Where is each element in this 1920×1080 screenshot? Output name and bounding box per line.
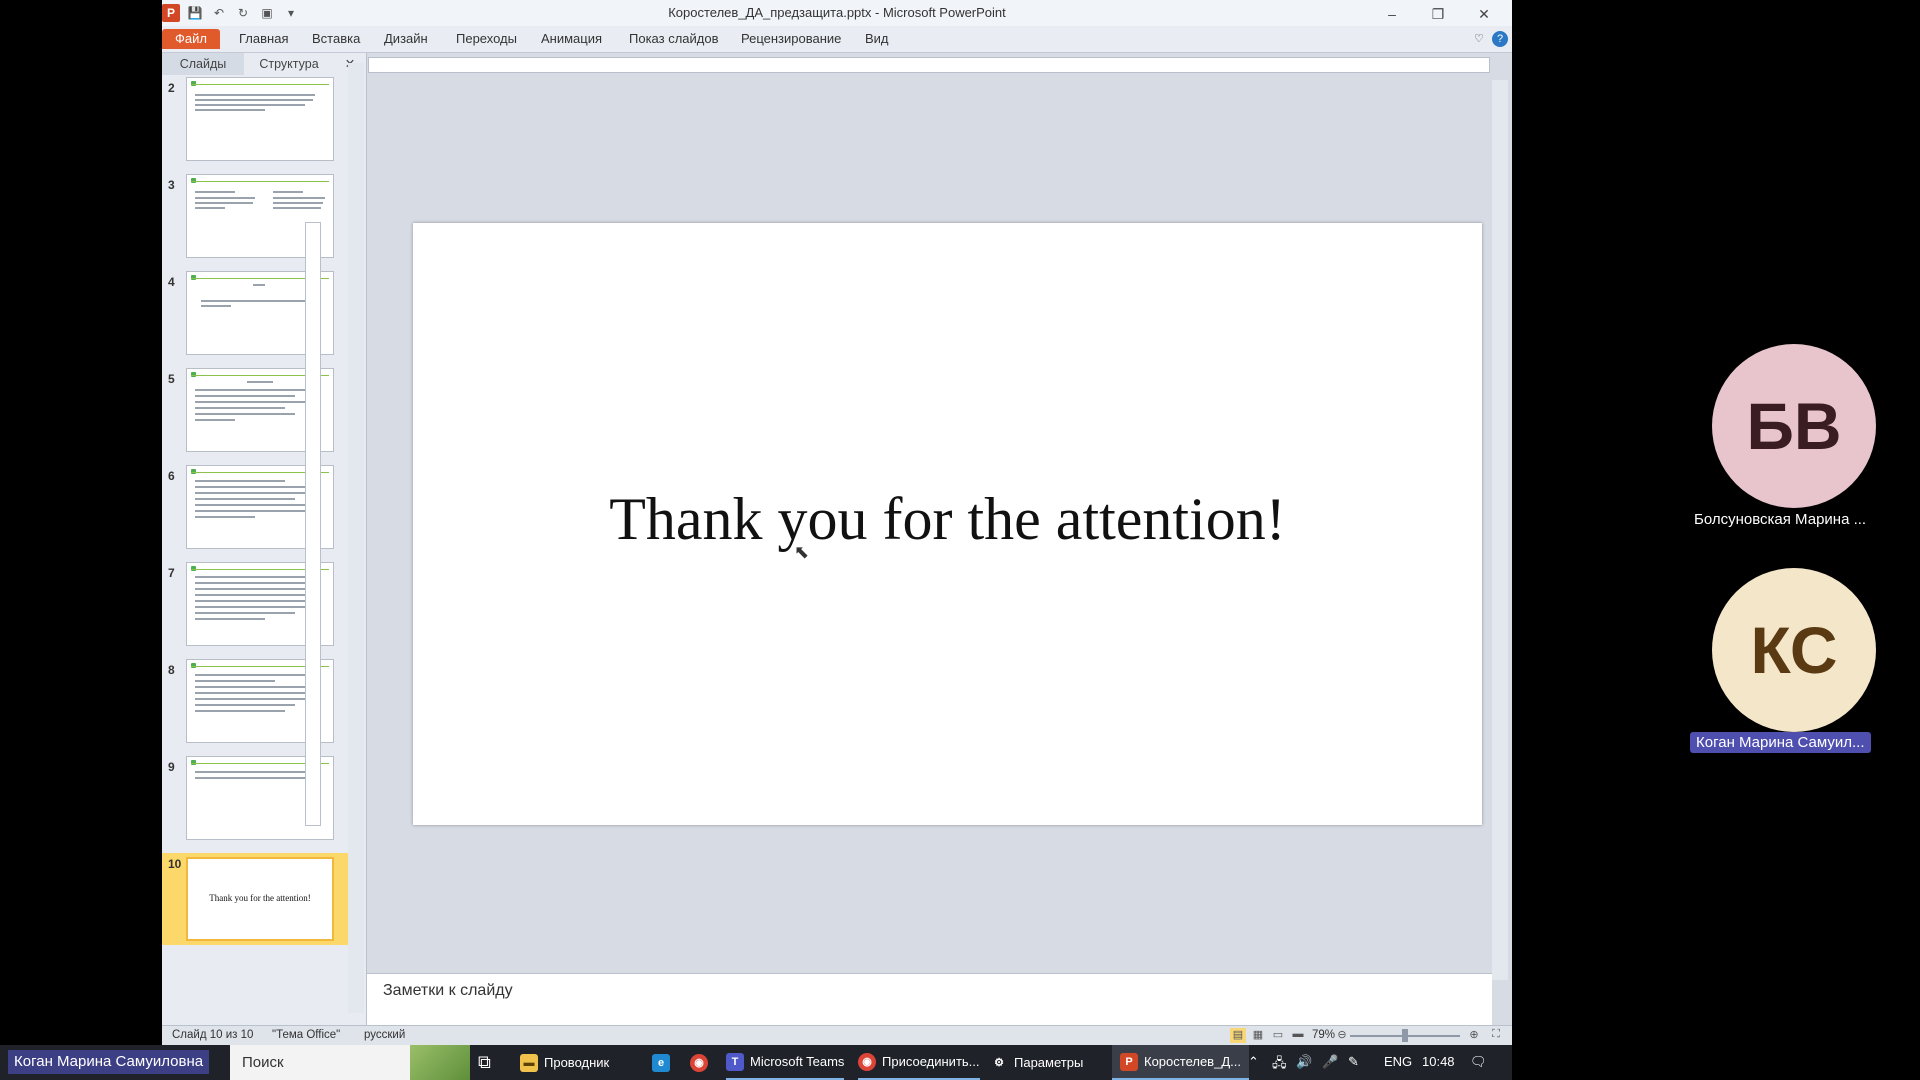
language-indicator[interactable]: русский [364,1029,405,1041]
pen-icon[interactable]: ✎ [1348,1054,1359,1070]
fit-slide-icon[interactable]: ⛶ [1488,1028,1504,1043]
participant-avatar[interactable]: КС [1712,568,1876,732]
notifications-icon[interactable]: 🗨 [1470,1054,1487,1070]
tab-design[interactable]: Дизайн [384,29,428,49]
task-view-icon[interactable]: ⧉ [478,1045,491,1080]
help-icon[interactable]: ? [1492,31,1508,47]
current-slide[interactable]: Thank you for the attention! ⬉ [413,223,1482,825]
tab-insert[interactable]: Вставка [312,29,360,49]
slide-number: 5 [168,372,175,386]
horizontal-ruler [368,57,1490,73]
slide-number: 3 [168,178,175,192]
theme-name: "Тема Office" [272,1029,341,1041]
tray-expand-icon[interactable]: ⌃ [1248,1054,1259,1070]
zoom-level[interactable]: 79% [1312,1029,1335,1041]
taskbar-search[interactable]: Поиск [230,1045,470,1080]
minimize-button[interactable]: – [1370,2,1414,26]
taskbar-label: Проводник [544,1055,610,1070]
taskbar-label: Microsoft Teams [750,1054,845,1069]
restore-button[interactable]: ❐ [1416,2,1460,26]
slide-thumbnail-selected[interactable]: 10 Thank you for the attention! [162,853,348,945]
teams-icon: T [726,1052,744,1071]
chrome-icon[interactable]: ◉ [690,1045,714,1080]
folder-icon: ▬ [520,1053,538,1072]
taskbar-powerpoint[interactable]: P Коростелев_Д... [1112,1045,1249,1080]
slide-number: 6 [168,469,175,483]
powerpoint-window: P 💾 ↶ ↻ ▣ ▾ Коростелев_ДА_предзащита.ppt… [162,0,1512,1045]
slide-number: 2 [168,81,175,95]
notes-pane[interactable]: Заметки к слайду [367,973,1492,1026]
clock[interactable]: 10:48 [1422,1054,1455,1069]
close-button[interactable]: ✕ [1462,2,1506,26]
slides-panel: Слайды Структура ✕ 2 3 4 [162,53,367,1025]
chrome-icon: ◉ [858,1052,876,1071]
slide-counter: Слайд 10 из 10 [172,1029,254,1041]
ribbon-tabs: Файл Главная Вставка Дизайн Переходы Ани… [162,26,1512,53]
notes-placeholder[interactable]: Заметки к слайду [383,982,513,1000]
microphone-icon[interactable]: 🎤 [1322,1054,1338,1070]
volume-icon[interactable]: 🔊 [1296,1054,1312,1070]
slide-number: 10 [168,857,182,871]
tab-outline[interactable]: Структура [244,53,334,75]
participant-name: Болсуновская Марина ... [1694,511,1867,528]
status-bar: Слайд 10 из 10 "Тема Office" русский ▤ ▦… [162,1025,1512,1045]
taskbar-chrome-join[interactable]: ◉ Присоединить... [858,1045,980,1080]
search-placeholder: Поиск [242,1054,284,1071]
zoom-slider-handle[interactable] [1402,1029,1408,1042]
ribbon-collapse-icon[interactable]: ♡ [1474,29,1484,49]
slide-number: 9 [168,760,175,774]
reading-view-icon[interactable]: ▭ [1270,1028,1286,1043]
windows-taskbar: Поиск ⧉ ▬ Проводник e ◉ T Microsoft Team… [0,1045,1512,1080]
tab-review[interactable]: Рецензирование [741,29,841,49]
thumbnail-preview [186,77,334,161]
search-highlight-image [410,1045,470,1080]
slide-thumbnail[interactable]: 2 [162,77,348,165]
network-icon[interactable]: 🖧 [1272,1054,1287,1076]
tab-slideshow[interactable]: Показ слайдов [629,29,719,49]
taskbar-label: Коростелев_Д... [1144,1054,1241,1069]
input-language[interactable]: ENG [1384,1054,1412,1069]
gear-icon: ⚙ [994,1057,1004,1069]
thumbnail-preview: Thank you for the attention! [186,857,334,941]
title-bar: P 💾 ↶ ↻ ▣ ▾ Коростелев_ДА_предзащита.ppt… [162,0,1512,26]
mouse-cursor-icon: ⬉ [794,542,810,562]
thumbnail-text: Thank you for the attention! [209,893,311,903]
slide-number: 7 [168,566,175,580]
taskbar-explorer[interactable]: ▬ Проводник [520,1045,609,1080]
window-title: Коростелев_ДА_предзащита.pptx - Microsof… [668,5,1006,20]
tab-animation[interactable]: Анимация [541,29,602,49]
tab-view[interactable]: Вид [865,29,889,49]
zoom-out-icon[interactable]: ⊖ [1334,1028,1350,1043]
slide-number: 8 [168,663,175,677]
vertical-ruler [305,222,321,826]
slide-number: 4 [168,275,175,289]
slideshow-view-icon[interactable]: ▬ [1290,1028,1306,1043]
taskbar-settings[interactable]: ⚙ Параметры [990,1045,1083,1080]
tab-transitions[interactable]: Переходы [456,29,517,49]
taskbar-label: Параметры [1014,1055,1084,1070]
presenter-name-tag: Коган Марина Самуиловна [8,1050,210,1074]
participant-avatar[interactable]: БВ [1712,344,1876,508]
edge-icon[interactable]: e [652,1045,676,1080]
normal-view-icon[interactable]: ▤ [1230,1028,1246,1043]
taskbar-label: Присоединить... [882,1054,980,1069]
slide-title-text[interactable]: Thank you for the attention! [413,485,1482,554]
editing-area-scrollbar[interactable] [1492,80,1508,980]
zoom-in-icon[interactable]: ⊕ [1466,1028,1482,1043]
taskbar-teams[interactable]: T Microsoft Teams [726,1045,845,1080]
powerpoint-icon: P [1120,1052,1138,1071]
tab-slides[interactable]: Слайды [162,53,244,75]
tab-home[interactable]: Главная [239,29,288,49]
tab-file[interactable]: Файл [162,29,220,49]
participant-name: Коган Марина Самуил... [1690,732,1871,753]
slide-sorter-icon[interactable]: ▦ [1250,1028,1266,1043]
panel-scrollbar[interactable] [348,63,364,1013]
